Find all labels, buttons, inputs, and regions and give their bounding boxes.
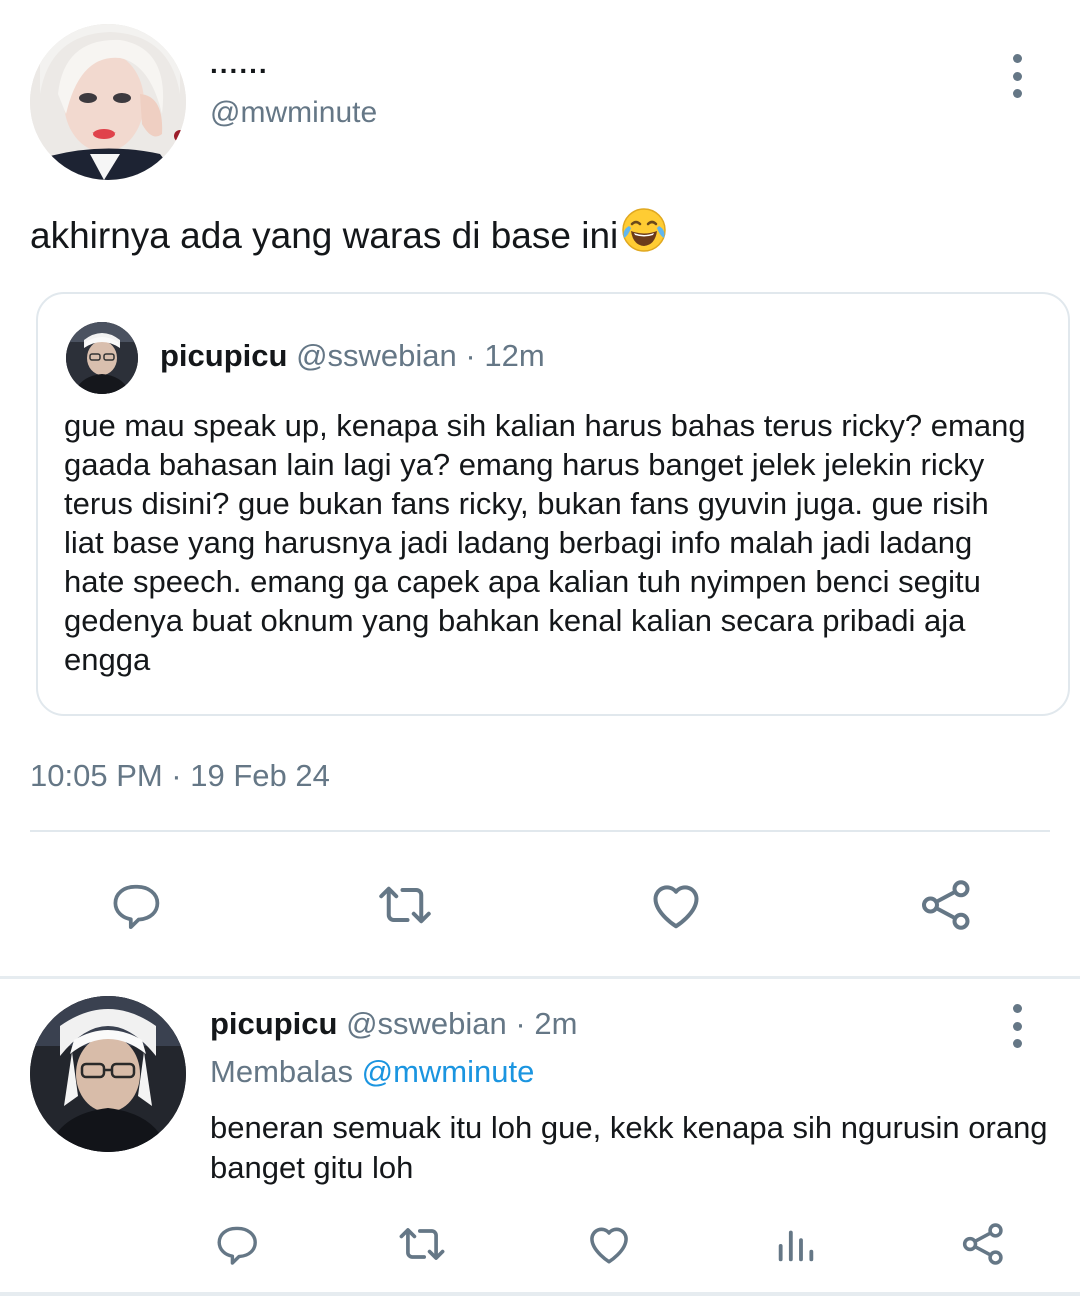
share-icon (962, 1223, 1003, 1265)
quoted-time: · 12m (465, 338, 545, 373)
retweet-button[interactable] (368, 872, 442, 938)
reply-author-avatar[interactable] (30, 996, 186, 1152)
reply-header: picupicu @sswebian · 2m (210, 1006, 577, 1042)
face-with-tears-of-joy-icon (620, 206, 668, 268)
more-vertical-icon[interactable] (1009, 54, 1025, 98)
author-avatar[interactable] (30, 24, 186, 180)
reply-reply-button[interactable] (210, 1218, 262, 1270)
replying-to-handle[interactable]: @mwminute (362, 1054, 535, 1089)
tweet-timestamp[interactable]: 10:05 PM · 19 Feb 24 (30, 758, 330, 794)
bottom-divider (0, 1292, 1080, 1296)
quoted-tweet-text: gue mau speak up, kenapa sih kalian haru… (64, 408, 1026, 677)
replying-to-label: Membalas (210, 1054, 353, 1089)
heart-icon (590, 1227, 628, 1264)
reply-button[interactable] (100, 872, 170, 938)
display-name[interactable]: ...... (210, 48, 269, 80)
quoted-author-avatar (66, 322, 138, 394)
quoted-author-handle[interactable]: @sswebian (296, 338, 457, 373)
replying-to: Membalas @mwminute (210, 1054, 534, 1090)
reply-author-handle[interactable]: @sswebian (346, 1006, 507, 1041)
reply-share-button[interactable] (956, 1218, 1010, 1270)
reply-icon (217, 1226, 257, 1265)
like-button[interactable] (640, 872, 712, 938)
share-button[interactable] (910, 872, 982, 938)
share-icon (922, 880, 970, 930)
user-handle[interactable]: @mwminute (210, 96, 377, 130)
quoted-header: picupicu @sswebian · 12m (160, 338, 545, 374)
reply-retweet-button[interactable] (394, 1218, 450, 1270)
divider (30, 830, 1050, 832)
reply-icon (113, 884, 160, 930)
reply-author-name[interactable]: picupicu (210, 1006, 337, 1041)
analytics-icon (778, 1230, 814, 1262)
tweet-text: akhirnya ada yang waras di base ini (30, 206, 668, 268)
tweet-text-content: akhirnya ada yang waras di base ini (30, 215, 619, 256)
retweet-icon (379, 886, 431, 924)
quoted-author-name[interactable]: picupicu (160, 338, 287, 373)
reply-text: beneran semuak itu loh gue, kekk kenapa … (210, 1110, 1048, 1185)
reply-like-button[interactable] (582, 1218, 636, 1270)
heart-icon (653, 885, 699, 929)
quoted-tweet[interactable]: picupicu @sswebian · 12m gue mau speak u… (36, 292, 1070, 716)
tweet-separator (0, 976, 1080, 979)
retweet-icon (399, 1228, 445, 1260)
more-vertical-icon[interactable] (1009, 1004, 1025, 1048)
analytics-button[interactable] (770, 1218, 822, 1270)
reply-time: · 2m (515, 1006, 578, 1041)
